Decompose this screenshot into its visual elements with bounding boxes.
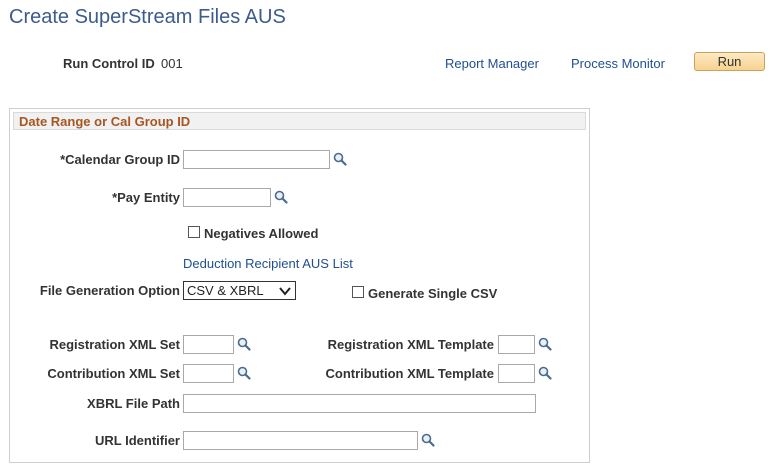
page-title: Create SuperStream Files AUS <box>9 6 286 28</box>
run-control-value: 001 <box>161 56 183 71</box>
contribution-xml-template-lookup-icon[interactable] <box>538 366 552 380</box>
contribution-xml-set-label: Contribution XML Set <box>47 366 180 381</box>
run-control-label: Run Control ID <box>63 56 155 71</box>
pay-entity-input[interactable] <box>183 188 271 207</box>
registration-xml-set-lookup-icon[interactable] <box>237 337 251 351</box>
report-manager-link[interactable]: Report Manager <box>445 56 539 71</box>
negatives-allowed-checkbox[interactable] <box>188 226 200 238</box>
url-identifier-label: URL Identifier <box>95 433 180 448</box>
chevron-down-icon <box>279 287 291 296</box>
registration-xml-template-input[interactable] <box>498 335 535 354</box>
contribution-xml-set-input[interactable] <box>183 364 234 383</box>
url-identifier-input[interactable] <box>183 431 418 450</box>
contribution-xml-template-label: Contribution XML Template <box>325 366 494 381</box>
process-monitor-link[interactable]: Process Monitor <box>571 56 665 71</box>
group-box-header: Date Range or Cal Group ID <box>13 112 586 130</box>
calendar-group-id-input[interactable] <box>183 150 330 169</box>
registration-xml-set-label: Registration XML Set <box>49 337 180 352</box>
generate-single-csv-checkbox[interactable] <box>352 286 364 298</box>
calendar-group-id-label: *Calendar Group ID <box>60 152 180 167</box>
url-identifier-lookup-icon[interactable] <box>421 433 435 447</box>
file-generation-selected-value: CSV & XBRL <box>187 283 264 298</box>
run-button[interactable]: Run <box>694 52 765 71</box>
calendar-group-lookup-icon[interactable] <box>333 152 347 166</box>
pay-entity-label: *Pay Entity <box>112 190 180 205</box>
contribution-xml-set-lookup-icon[interactable] <box>237 366 251 380</box>
registration-xml-template-lookup-icon[interactable] <box>538 337 552 351</box>
generate-single-csv-label: Generate Single CSV <box>368 286 498 301</box>
deduction-recipient-aus-list-link[interactable]: Deduction Recipient AUS List <box>183 256 353 271</box>
negatives-allowed-label: Negatives Allowed <box>204 226 319 241</box>
xbrl-file-path-input[interactable] <box>183 394 536 413</box>
file-generation-option-label: File Generation Option <box>39 283 180 298</box>
group-box-title: Date Range or Cal Group ID <box>19 114 191 129</box>
contribution-xml-template-input[interactable] <box>498 364 535 383</box>
pay-entity-lookup-icon[interactable] <box>274 190 288 204</box>
file-generation-option-select[interactable]: CSV & XBRL <box>183 281 296 300</box>
xbrl-file-path-label: XBRL File Path <box>87 396 180 411</box>
registration-xml-set-input[interactable] <box>183 335 234 354</box>
registration-xml-template-label: Registration XML Template <box>327 337 494 352</box>
